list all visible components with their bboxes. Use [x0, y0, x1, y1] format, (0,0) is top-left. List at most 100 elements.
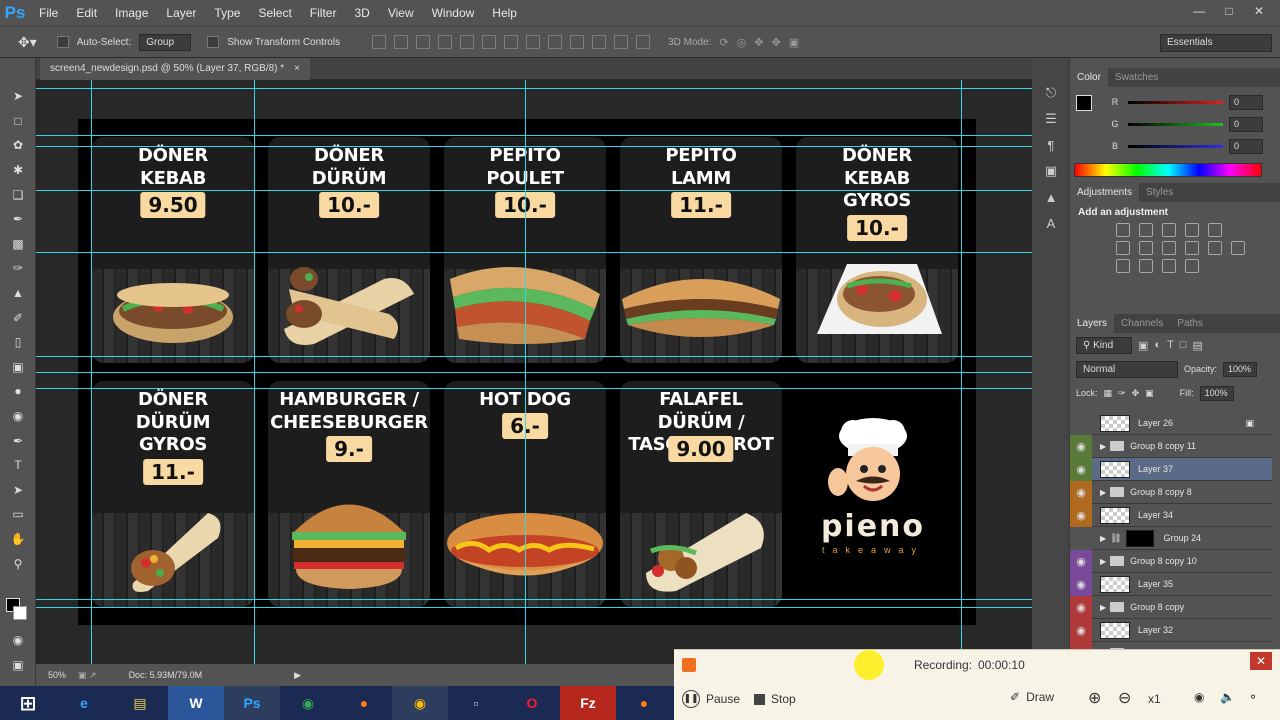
- zoom-out-button[interactable]: ⊖: [1118, 688, 1131, 708]
- menu-select[interactable]: Select: [249, 0, 300, 26]
- align-vcenter-icon[interactable]: [394, 35, 409, 49]
- layer-name[interactable]: Group 8 copy 11: [1130, 441, 1196, 451]
- blue-bar[interactable]: [1128, 144, 1223, 148]
- red-value[interactable]: 0: [1229, 94, 1263, 110]
- brush-tool[interactable]: ✑: [0, 256, 36, 281]
- guide-horizontal[interactable]: [36, 599, 1032, 600]
- auto-select-checkbox[interactable]: [56, 36, 69, 48]
- guide-horizontal[interactable]: [36, 88, 1032, 89]
- menu-edit[interactable]: Edit: [67, 0, 106, 26]
- layer-row[interactable]: ▶ ⛓ Group 24: [1070, 526, 1272, 550]
- maximize-button[interactable]: □: [1218, 4, 1240, 18]
- notepad-icon[interactable]: ▫: [448, 686, 504, 720]
- layer-row[interactable]: ◉ ▶ Group 8 copy 11: [1070, 434, 1272, 458]
- photoshop-taskbar-icon[interactable]: Ps: [224, 686, 280, 720]
- menu-help[interactable]: Help: [483, 0, 526, 26]
- filter-type-icon[interactable]: T: [1167, 339, 1174, 351]
- blur-tool[interactable]: ●: [0, 379, 36, 404]
- close-tab-icon[interactable]: ×: [294, 58, 300, 80]
- visibility-eye-icon[interactable]: ◉: [1070, 480, 1092, 504]
- auto-select-dropdown[interactable]: Group: [139, 33, 192, 51]
- guide-horizontal[interactable]: [36, 356, 1032, 357]
- magic-wand-tool[interactable]: ✱: [0, 158, 36, 183]
- expand-arrow-icon[interactable]: ▶: [1100, 603, 1106, 612]
- menu-filter[interactable]: Filter: [301, 0, 346, 26]
- vibrance-icon[interactable]: [1208, 223, 1222, 237]
- eraser-tool[interactable]: ▯: [0, 330, 36, 355]
- zoom-level[interactable]: 50%: [48, 670, 66, 680]
- green-value[interactable]: 0: [1229, 116, 1263, 132]
- guide-horizontal[interactable]: [36, 388, 1032, 389]
- guide-horizontal[interactable]: [36, 372, 1032, 373]
- tab-styles[interactable]: Styles: [1139, 183, 1180, 202]
- posterize-icon[interactable]: [1139, 259, 1153, 273]
- guide-vertical[interactable]: [254, 80, 255, 664]
- layer-name[interactable]: Layer 37: [1138, 464, 1173, 474]
- paragraph-panel-icon[interactable]: ¶: [1032, 132, 1070, 158]
- marquee-tool[interactable]: □: [0, 109, 36, 134]
- layer-row[interactable]: ◉ ▶ Group 8 copy 8: [1070, 480, 1272, 504]
- firefox-icon[interactable]: ●: [336, 686, 392, 720]
- visibility-eye-icon[interactable]: [1070, 526, 1092, 550]
- visibility-eye-icon[interactable]: ◉: [1070, 434, 1092, 458]
- 3d-rotate-icon[interactable]: ⟳: [719, 36, 728, 49]
- layer-row[interactable]: ◉ Layer 35: [1070, 572, 1272, 596]
- visibility-eye-icon[interactable]: ◉: [1070, 503, 1092, 527]
- lock-position-icon[interactable]: ✥: [1132, 388, 1140, 399]
- menu-image[interactable]: Image: [106, 0, 157, 26]
- lock-pixels-icon[interactable]: ✑: [1118, 388, 1126, 399]
- draw-button[interactable]: ✐ Draw: [1010, 690, 1054, 704]
- filezilla-icon[interactable]: Fz: [560, 686, 616, 720]
- visibility-eye-icon[interactable]: [1070, 411, 1092, 435]
- distribute-vcenter-icon[interactable]: [526, 35, 541, 49]
- tab-adjustments[interactable]: Adjustments: [1070, 183, 1140, 202]
- guide-horizontal[interactable]: [36, 607, 1032, 608]
- channel-mixer-icon[interactable]: [1208, 241, 1222, 255]
- red-bar[interactable]: [1128, 100, 1223, 104]
- distribute-hcenter-icon[interactable]: [592, 35, 607, 49]
- menu-window[interactable]: Window: [423, 0, 484, 26]
- filter-adjust-icon[interactable]: ◐: [1154, 339, 1161, 351]
- gradient-tool[interactable]: ▣: [0, 355, 36, 380]
- hue-saturation-icon[interactable]: [1116, 241, 1130, 255]
- curves-icon[interactable]: [1162, 223, 1176, 237]
- background-color-swatch[interactable]: [13, 606, 27, 620]
- visibility-eye-icon[interactable]: ◉: [1070, 572, 1092, 596]
- filter-shape-icon[interactable]: □: [1180, 339, 1187, 351]
- recorder-close-button[interactable]: ✕: [1250, 652, 1272, 670]
- tab-paths[interactable]: Paths: [1170, 314, 1210, 333]
- align-bottom-icon[interactable]: [416, 35, 431, 49]
- levels-icon[interactable]: [1139, 223, 1153, 237]
- layer-row[interactable]: Layer 26 ▣: [1070, 411, 1272, 435]
- menu-view[interactable]: View: [379, 0, 423, 26]
- gradient-map-icon[interactable]: [1185, 259, 1199, 273]
- move-tool-icon[interactable]: ✥▾: [18, 34, 37, 51]
- minimize-button[interactable]: —: [1188, 4, 1210, 18]
- filter-pixel-icon[interactable]: ▣: [1138, 339, 1148, 352]
- 3d-scale-icon[interactable]: ▣: [789, 36, 799, 49]
- opacity-value[interactable]: 100%: [1223, 361, 1258, 377]
- menu-file[interactable]: File: [30, 0, 67, 26]
- workspace-dropdown[interactable]: Essentials: [1160, 34, 1272, 52]
- layer-name[interactable]: Layer 32: [1138, 625, 1173, 635]
- auto-align-icon[interactable]: [636, 35, 651, 49]
- pen-tool[interactable]: ✒: [0, 428, 36, 453]
- rectangle-tool[interactable]: ▭: [0, 502, 36, 527]
- crop-tool[interactable]: ❏: [0, 182, 36, 207]
- fill-value[interactable]: 100%: [1199, 385, 1234, 401]
- guide-horizontal[interactable]: [36, 190, 1032, 191]
- lock-all-icon[interactable]: ▣: [1145, 388, 1154, 399]
- guide-horizontal[interactable]: [36, 135, 1032, 136]
- visibility-eye-icon[interactable]: ◉: [1070, 457, 1092, 481]
- chain-icon[interactable]: ⛓: [1110, 533, 1121, 544]
- layer-row[interactable]: ◉ Layer 34: [1070, 503, 1272, 527]
- expand-arrow-icon[interactable]: ▶: [1100, 488, 1106, 497]
- 3d-slide-icon[interactable]: ✥: [771, 36, 780, 49]
- align-right-icon[interactable]: [482, 35, 497, 49]
- healing-tool[interactable]: ▩: [0, 232, 36, 257]
- align-top-icon[interactable]: [372, 35, 387, 49]
- layer-name[interactable]: Layer 26: [1138, 418, 1173, 428]
- pause-button[interactable]: ❚❚ Pause: [682, 690, 740, 708]
- file-explorer-icon[interactable]: ▤: [112, 686, 168, 720]
- zoom-in-button[interactable]: ⊕: [1088, 688, 1101, 708]
